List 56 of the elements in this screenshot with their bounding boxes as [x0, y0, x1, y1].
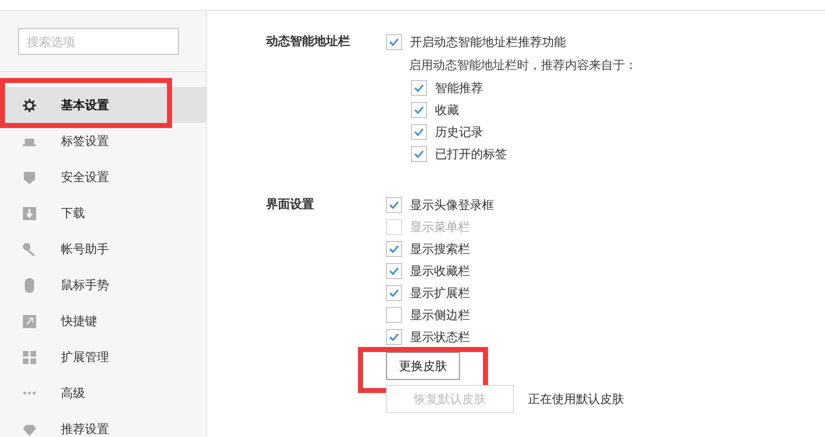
- check-icon: [388, 199, 400, 211]
- checkbox[interactable]: [386, 197, 402, 213]
- checkbox-label: 显示搜索栏: [410, 240, 470, 258]
- mouse-icon: [22, 278, 37, 292]
- check-icon: [388, 243, 400, 255]
- check-icon: [388, 265, 400, 277]
- check-icon: [413, 148, 425, 160]
- checkbox-label: 显示头像登录框: [410, 196, 494, 214]
- skin-status: 正在使用默认皮肤: [528, 390, 624, 408]
- checkbox-label: 智能推荐: [435, 80, 483, 96]
- checkbox[interactable]: [386, 34, 402, 50]
- grid-icon: [22, 350, 37, 364]
- gear-icon: [22, 98, 37, 112]
- section-title: 界面设置: [265, 196, 315, 213]
- sidebar-item[interactable]: 鼠标手势: [0, 267, 206, 303]
- download-icon: [22, 206, 37, 220]
- check-icon: [413, 82, 425, 94]
- checkbox[interactable]: [411, 102, 427, 118]
- checkbox-label: 显示收藏栏: [410, 262, 470, 280]
- change-skin-button[interactable]: 更换皮肤: [386, 352, 460, 380]
- check-icon: [388, 287, 400, 299]
- checkbox-label: 开启动态智能地址栏推荐功能: [410, 34, 566, 50]
- sidebar-item[interactable]: 快捷键: [0, 303, 206, 339]
- key-icon: [22, 242, 37, 256]
- checkbox[interactable]: [386, 285, 402, 301]
- checkbox[interactable]: [411, 124, 427, 140]
- dots-icon: [22, 391, 37, 395]
- sidebar-item[interactable]: 扩展管理: [0, 339, 206, 375]
- note-text: 启用动态智能地址栏时，推荐内容来自于：: [408, 57, 637, 74]
- checkbox-label: 历史记录: [435, 124, 483, 140]
- checkbox-label: 显示状态栏: [410, 328, 470, 346]
- check-icon: [388, 36, 400, 48]
- checkbox[interactable]: [386, 241, 402, 257]
- sidebar-item[interactable]: 下载: [0, 195, 206, 231]
- checkbox-label: 显示侧边栏: [410, 306, 470, 324]
- check-icon: [388, 331, 400, 343]
- checkbox-label: 收藏: [435, 102, 459, 118]
- sidebar-item[interactable]: 推荐设置: [0, 411, 206, 437]
- arrow-icon: [22, 314, 37, 328]
- shield-icon: [22, 170, 37, 184]
- checkbox-label: 显示菜单栏: [410, 218, 470, 236]
- search-field[interactable]: 搜索选项: [18, 28, 179, 55]
- sidebar-item[interactable]: 帐号助手: [0, 231, 206, 267]
- check-icon: [413, 126, 425, 138]
- sidebar-item[interactable]: 标签设置: [0, 123, 206, 159]
- checkbox[interactable]: [411, 146, 427, 162]
- sidebar-item[interactable]: 高级: [0, 375, 206, 411]
- sidebar-item[interactable]: 安全设置: [0, 159, 206, 195]
- checkbox[interactable]: [386, 263, 402, 279]
- section-title: 动态智能地址栏: [264, 33, 351, 50]
- checkbox[interactable]: [386, 307, 402, 323]
- check-icon: [413, 104, 425, 116]
- checkbox[interactable]: [386, 329, 402, 345]
- checkbox[interactable]: [411, 80, 427, 96]
- checkbox-label: 已打开的标签: [435, 146, 507, 162]
- checkbox-label: 显示扩展栏: [410, 284, 470, 302]
